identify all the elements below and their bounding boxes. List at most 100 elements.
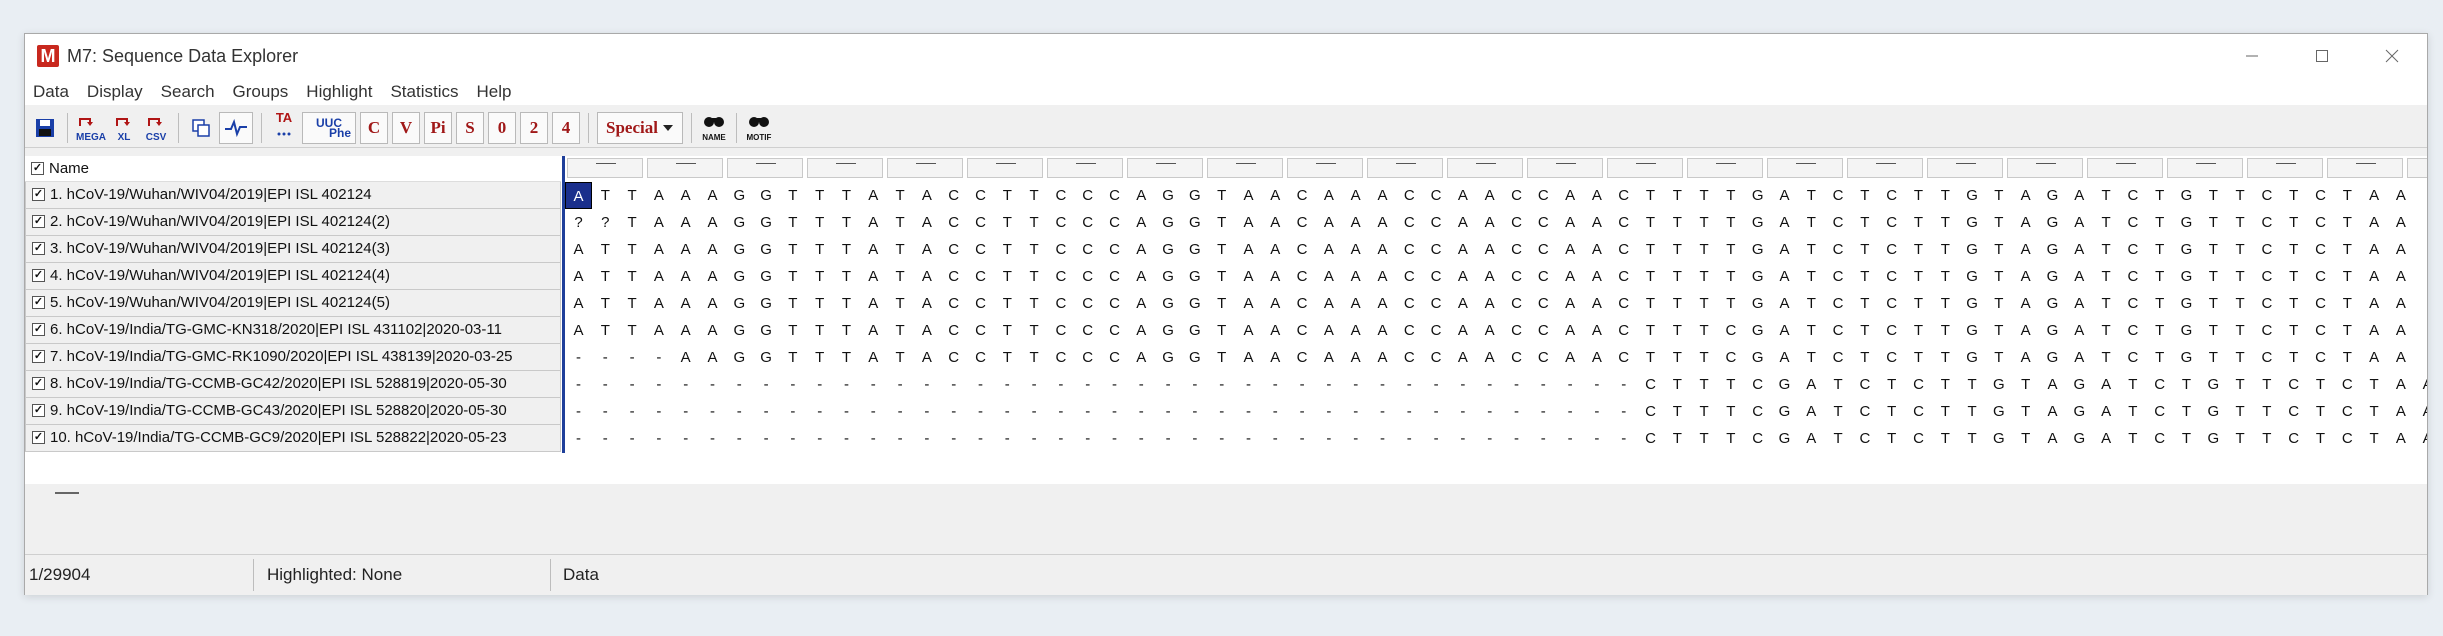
base-cell[interactable]: T [1637, 290, 1664, 317]
base-cell[interactable]: G [1181, 344, 1208, 371]
base-cell[interactable]: T [1637, 344, 1664, 371]
minimize-button[interactable] [2217, 34, 2287, 78]
base-cell[interactable]: - [1289, 398, 1316, 425]
base-cell[interactable]: C [1423, 290, 1450, 317]
base-cell[interactable]: A [1235, 182, 1262, 209]
base-cell[interactable]: T [1932, 371, 1959, 398]
base-cell[interactable]: T [1717, 371, 1744, 398]
base-cell[interactable]: - [1476, 371, 1503, 398]
base-cell[interactable]: T [2200, 290, 2227, 317]
base-cell[interactable]: - [913, 371, 940, 398]
export-excel-button[interactable]: XL [110, 112, 138, 144]
base-cell[interactable]: T [1021, 182, 1048, 209]
zero-fold-sites-button[interactable]: 0 [488, 111, 517, 144]
base-cell[interactable]: G [1959, 263, 1986, 290]
base-cell[interactable]: A [2012, 344, 2039, 371]
base-cell[interactable]: C [1503, 209, 1530, 236]
base-cell[interactable]: C [1825, 317, 1852, 344]
base-cell[interactable]: C [1289, 182, 1316, 209]
base-cell[interactable]: T [1664, 290, 1691, 317]
base-cell[interactable]: - [1262, 425, 1289, 452]
base-cell[interactable]: T [2227, 317, 2254, 344]
base-cell[interactable]: A [2066, 263, 2093, 290]
base-cell[interactable]: - [1128, 398, 1155, 425]
base-cell[interactable]: A [699, 263, 726, 290]
base-cell[interactable]: A [565, 290, 592, 317]
base-cell[interactable]: A [2093, 398, 2120, 425]
close-button[interactable] [2357, 34, 2427, 78]
base-cell[interactable]: A [1557, 290, 1584, 317]
base-cell[interactable]: - [1476, 425, 1503, 452]
base-cell[interactable]: A [2387, 425, 2414, 452]
base-cell[interactable]: G [753, 236, 780, 263]
base-cell[interactable]: G [1959, 290, 1986, 317]
base-cell[interactable]: T [887, 209, 914, 236]
base-cell[interactable]: T [833, 344, 860, 371]
base-cell[interactable]: A [699, 344, 726, 371]
base-cell[interactable]: G [1181, 290, 1208, 317]
base-cell[interactable]: T [1851, 209, 1878, 236]
base-cell[interactable]: T [1664, 398, 1691, 425]
base-cell[interactable]: C [1101, 317, 1128, 344]
copy-button[interactable] [187, 112, 215, 144]
export-mega-button[interactable]: MEGA [76, 112, 106, 144]
base-cell[interactable]: ? [565, 209, 592, 236]
base-cell[interactable]: G [1155, 236, 1182, 263]
base-cell[interactable]: T [1664, 425, 1691, 452]
base-cell[interactable]: T [1691, 398, 1718, 425]
base-cell[interactable]: T [2200, 209, 2227, 236]
base-cell[interactable]: G [2200, 398, 2227, 425]
base-cell[interactable]: T [1851, 182, 1878, 209]
base-cell[interactable]: G [1959, 344, 1986, 371]
base-cell[interactable]: - [1128, 425, 1155, 452]
base-cell[interactable]: C [2253, 182, 2280, 209]
horizontal-scrollbar[interactable] [25, 484, 2427, 502]
base-cell[interactable]: C [1047, 236, 1074, 263]
base-cell[interactable]: C [1289, 263, 1316, 290]
menu-help[interactable]: Help [476, 82, 511, 102]
base-cell[interactable]: G [1181, 263, 1208, 290]
base-cell[interactable]: G [2173, 263, 2200, 290]
base-cell[interactable]: C [1878, 344, 1905, 371]
base-cell[interactable]: - [779, 398, 806, 425]
base-cell[interactable]: T [619, 236, 646, 263]
base-cell[interactable]: - [1315, 371, 1342, 398]
base-cell[interactable]: T [1798, 290, 1825, 317]
base-cell[interactable]: - [1503, 398, 1530, 425]
base-cell[interactable]: - [592, 371, 619, 398]
base-cell[interactable]: T [2361, 371, 2388, 398]
base-cell[interactable]: C [2119, 263, 2146, 290]
base-cell[interactable]: - [1342, 371, 1369, 398]
base-cell[interactable]: T [779, 317, 806, 344]
base-cell[interactable]: - [1155, 425, 1182, 452]
base-cell[interactable]: T [2093, 290, 2120, 317]
base-cell[interactable]: A [1798, 371, 1825, 398]
base-cell[interactable]: - [699, 398, 726, 425]
base-cell[interactable]: C [1396, 209, 1423, 236]
base-cell[interactable]: T [2280, 182, 2307, 209]
base-cell[interactable]: T [2093, 236, 2120, 263]
base-cell[interactable]: C [2253, 290, 2280, 317]
base-cell[interactable]: T [2227, 398, 2254, 425]
base-cell[interactable]: A [1369, 182, 1396, 209]
base-cell[interactable]: - [1557, 371, 1584, 398]
base-cell[interactable]: T [1798, 317, 1825, 344]
base-cell[interactable]: T [806, 263, 833, 290]
base-cell[interactable]: T [1691, 317, 1718, 344]
base-cell[interactable]: A [2012, 236, 2039, 263]
base-cell[interactable]: - [1583, 398, 1610, 425]
base-cell[interactable]: G [1985, 425, 2012, 452]
base-cell[interactable]: T [1691, 344, 1718, 371]
base-cell[interactable]: C [1047, 209, 1074, 236]
base-cell[interactable]: T [779, 344, 806, 371]
menu-data[interactable]: Data [33, 82, 69, 102]
base-cell[interactable]: - [753, 371, 780, 398]
base-cell[interactable]: - [1449, 371, 1476, 398]
base-cell[interactable]: - [1235, 371, 1262, 398]
base-cell[interactable]: T [592, 263, 619, 290]
base-cell[interactable]: - [726, 425, 753, 452]
base-cell[interactable]: G [1959, 236, 1986, 263]
base-cell[interactable]: T [1798, 344, 1825, 371]
base-cell[interactable]: - [1369, 425, 1396, 452]
base-cell[interactable]: T [2334, 209, 2361, 236]
